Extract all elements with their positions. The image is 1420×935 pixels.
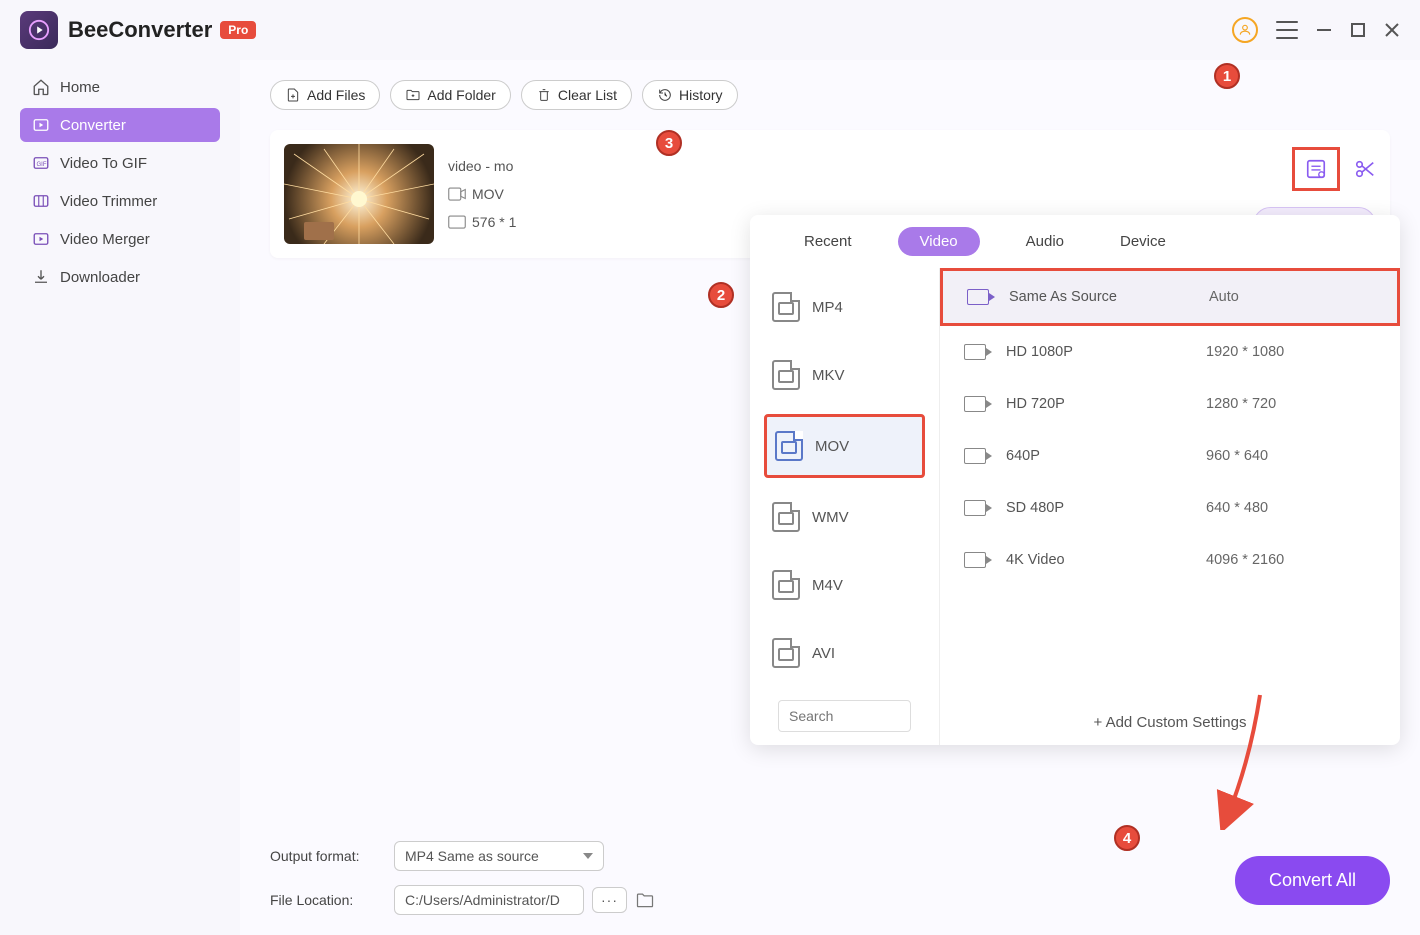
scissors-icon[interactable] [1354,158,1376,180]
settings-list-icon [1305,158,1327,180]
output-format-select[interactable]: MP4 Same as source [394,841,604,871]
trimmer-icon [32,192,50,210]
format-item-mkv[interactable]: MKV [764,346,925,404]
sidebar-item-label: Home [60,79,100,96]
file-icon [772,570,800,600]
tab-audio[interactable]: Audio [1016,229,1074,254]
history-icon [657,87,673,103]
minimize-button[interactable] [1316,22,1332,38]
tab-device[interactable]: Device [1110,229,1176,254]
converter-icon [32,116,50,134]
add-folder-button[interactable]: Add Folder [390,80,510,110]
camera-icon [967,289,989,305]
add-custom-settings[interactable]: + Add Custom Settings [940,700,1400,745]
camera-icon [964,396,986,412]
resolution-item-4k[interactable]: 4K Video4096 * 2160 [940,534,1400,586]
file-format: MOV [472,186,504,202]
format-search-input[interactable] [778,700,911,732]
history-button[interactable]: History [642,80,738,110]
format-item-mov[interactable]: MOV [764,414,925,478]
convert-all-button[interactable]: Convert All [1235,856,1390,905]
arrow-annotation [1210,690,1270,830]
title-bar: BeeConverter Pro [0,0,1420,60]
open-folder-icon[interactable] [635,891,655,909]
format-item-mp4[interactable]: MP4 [764,278,925,336]
file-resolution: 576 * 1 [472,214,516,230]
camera-icon [964,552,986,568]
sidebar-item-merger[interactable]: Video Merger [20,222,220,256]
resolution-item-480p[interactable]: SD 480P640 * 480 [940,482,1400,534]
home-icon [32,78,50,96]
downloader-icon [32,268,50,286]
thumbnail [284,144,434,244]
resolution-item-1080p[interactable]: HD 1080P1920 * 1080 [940,326,1400,378]
format-item-avi[interactable]: AVI [764,624,925,682]
sidebar-item-gif[interactable]: GIF Video To GIF [20,146,220,180]
resolution-list: Same As SourceAuto HD 1080P1920 * 1080 H… [940,268,1400,745]
menu-icon[interactable] [1276,21,1298,39]
close-button[interactable] [1384,22,1400,38]
tab-recent[interactable]: Recent [794,229,862,254]
resolution-item-640p[interactable]: 640P960 * 640 [940,430,1400,482]
file-location-label: File Location: [270,892,380,908]
video-icon [448,187,466,201]
file-icon [772,638,800,668]
play-logo-icon [28,19,50,41]
svg-text:GIF: GIF [37,162,47,168]
camera-icon [964,500,986,516]
file-icon [772,292,800,322]
gif-icon: GIF [32,154,50,172]
sidebar-item-downloader[interactable]: Downloader [20,260,220,294]
sidebar-item-label: Video Trimmer [60,193,157,210]
content-area: Add Files Add Folder Clear List History … [240,60,1420,935]
format-popup: Recent Video Audio Device MP4 MKV MOV WM… [750,215,1400,745]
sidebar-item-label: Converter [60,117,126,134]
file-icon [772,360,800,390]
format-item-wmv[interactable]: WMV [764,488,925,546]
output-format-label: Output format: [270,848,380,864]
format-list: MP4 MKV MOV WMV M4V AVI [750,268,940,745]
merger-icon [32,230,50,248]
sidebar-item-label: Downloader [60,269,140,286]
tab-video[interactable]: Video [898,227,980,256]
format-item-m4v[interactable]: M4V [764,556,925,614]
callout-3: 3 [656,130,682,156]
sidebar-item-label: Video Merger [60,231,150,248]
sidebar-item-label: Video To GIF [60,155,147,172]
add-files-button[interactable]: Add Files [270,80,380,110]
app-title: BeeConverter [68,17,212,43]
file-icon [772,502,800,532]
pro-badge: Pro [220,21,256,39]
browse-button[interactable]: ··· [592,887,627,913]
sidebar-item-converter[interactable]: Converter [20,108,220,142]
sidebar: Home Converter GIF Video To GIF Video Tr… [0,60,240,935]
resolution-item-source[interactable]: Same As SourceAuto [940,268,1400,326]
dimensions-icon [448,215,466,229]
clear-list-button[interactable]: Clear List [521,80,632,110]
maximize-button[interactable] [1350,22,1366,38]
chevron-down-icon [583,853,593,859]
footer: Output format: MP4 Same as source File L… [270,841,1390,915]
trash-icon [536,87,552,103]
file-info: video - mo MOV 576 * 1 [448,158,528,230]
folder-plus-icon [405,87,421,103]
app-logo [20,11,58,49]
sidebar-item-home[interactable]: Home [20,70,220,104]
user-icon[interactable] [1232,17,1258,43]
file-location-input[interactable]: C:/Users/Administrator/D [394,885,584,915]
sidebar-item-trimmer[interactable]: Video Trimmer [20,184,220,218]
camera-icon [964,448,986,464]
callout-4: 4 [1114,825,1140,851]
callout-1: 1 [1214,63,1240,89]
settings-icon-box[interactable] [1292,147,1340,191]
callout-2: 2 [708,282,734,308]
popup-tabs: Recent Video Audio Device [750,215,1400,268]
file-icon [775,431,803,461]
file-plus-icon [285,87,301,103]
file-title: video - mo [448,158,528,174]
camera-icon [964,344,986,360]
resolution-item-720p[interactable]: HD 720P1280 * 720 [940,378,1400,430]
